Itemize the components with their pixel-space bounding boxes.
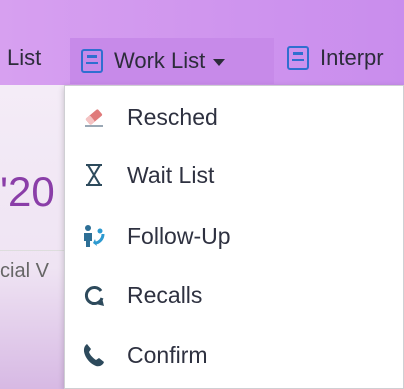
background-year-text: '20 bbox=[0, 168, 55, 215]
menu-item-resched[interactable]: Resched bbox=[65, 88, 403, 146]
menu-item-recalls[interactable]: Recalls bbox=[65, 266, 403, 324]
nav-item-interpreter[interactable]: Interpr bbox=[286, 36, 384, 80]
people-return-icon bbox=[81, 223, 107, 249]
top-navbar: List Work List Interpr bbox=[0, 0, 404, 85]
nav-item-work-list-label: Work List bbox=[114, 48, 206, 73]
nav-item-work-list[interactable]: Work List bbox=[70, 38, 274, 84]
background-subtext: cial V bbox=[0, 260, 49, 282]
divider bbox=[0, 250, 70, 251]
nav-item-list-label: List bbox=[7, 45, 42, 70]
work-list-dropdown-menu: Resched Wait List Follow-Up Recalls Conf… bbox=[64, 85, 404, 389]
hourglass-icon bbox=[81, 162, 107, 188]
eraser-icon bbox=[81, 104, 107, 130]
menu-item-label: Follow-Up bbox=[127, 222, 231, 249]
menu-item-label: Wait List bbox=[127, 161, 215, 188]
menu-item-label: Confirm bbox=[127, 341, 208, 368]
refresh-icon bbox=[81, 282, 107, 308]
clipboard-icon bbox=[80, 48, 104, 74]
menu-item-wait-list[interactable]: Wait List bbox=[65, 146, 403, 204]
clipboard-icon bbox=[286, 45, 310, 71]
nav-item-interpreter-label: Interpr bbox=[320, 45, 384, 70]
caret-down-icon bbox=[213, 59, 226, 66]
page-background bbox=[0, 85, 70, 389]
menu-item-confirm[interactable]: Confirm bbox=[65, 326, 403, 384]
menu-item-label: Recalls bbox=[127, 281, 203, 308]
menu-item-label: Resched bbox=[127, 103, 218, 130]
menu-item-follow-up[interactable]: Follow-Up bbox=[65, 207, 403, 265]
nav-item-list[interactable]: List bbox=[7, 36, 41, 80]
phone-icon bbox=[81, 342, 107, 368]
